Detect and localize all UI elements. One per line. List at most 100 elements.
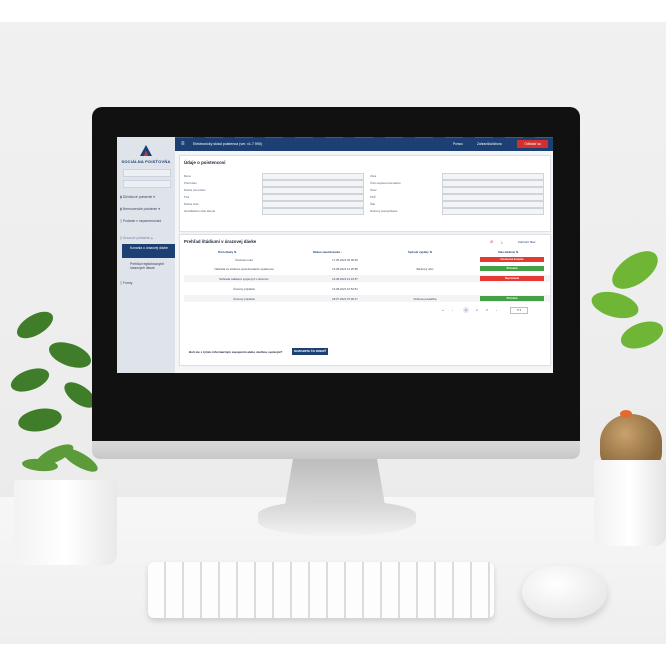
cell-date: 17.05.2023 06:09:56 <box>332 258 358 262</box>
cell-type: Úrazová renta <box>235 258 253 262</box>
personal-data-card: Údaje o poistencovi Meno Priezvisko Rodn… <box>179 155 551 232</box>
label-rodinny-stav: Rodinný stav/pohlavie <box>370 209 398 213</box>
personal-data-title: Údaje o poistencovi <box>184 160 226 165</box>
sort-icon: ⇅ <box>515 250 519 254</box>
shield-icon: ▮ <box>120 195 122 199</box>
label-priezvisko: Priezvisko <box>184 181 197 185</box>
cactus-flower-icon <box>620 410 632 418</box>
field-ulica <box>442 173 544 180</box>
monitor-stand <box>285 459 385 505</box>
keyboard <box>148 562 494 618</box>
app-title: Elektronický sklad poistenca (ver. v1.7.… <box>193 142 263 146</box>
field-psc <box>442 194 544 201</box>
field-id-klienta <box>262 208 364 215</box>
top-bar: ≡ Elektronický sklad poistenca (ver. v1.… <box>175 137 553 151</box>
label-titul: Titul <box>184 195 190 199</box>
feedback-button[interactable]: NAVRHNITE ČO ZMENIŤ <box>292 348 328 355</box>
sidebar-item-konania[interactable]: Konania o úrazovej dávke <box>122 244 175 258</box>
show-filter-link[interactable]: Zobraziť filter <box>518 240 536 244</box>
logo-text: SOCIÁLNA POISŤOVŇA <box>121 159 171 164</box>
cell-type: Úrazový príplatok <box>233 287 255 291</box>
page-size-select[interactable]: 5 ▾ <box>510 307 528 314</box>
label-ulica: Ulica <box>370 174 377 178</box>
field-rodne-cislo <box>262 201 364 208</box>
pagination-prev[interactable]: ‹ <box>452 308 453 312</box>
field-obec <box>442 187 544 194</box>
label-obec: Obec <box>370 188 377 192</box>
plant-right-icon <box>591 251 664 349</box>
photo-border-bottom <box>0 644 666 662</box>
cell-date: 16.08.2023 10:54:51 <box>332 287 358 291</box>
help-link[interactable]: Pomoc <box>453 142 463 146</box>
pagination-next[interactable]: › <box>496 308 497 312</box>
field-stat <box>442 201 544 208</box>
cell-type: Úrazový príplatok <box>233 297 255 301</box>
accent-stripe <box>175 137 553 139</box>
document-icon: ▯ <box>120 281 122 285</box>
sidebar: SOCIÁLNA POISŤOVŇA ▮ Dlžníkové poistenie… <box>117 137 175 373</box>
sort-icon: ↓ <box>340 250 343 254</box>
pagination-page-3[interactable]: 3 <box>486 308 488 312</box>
app-screen: SOCIÁLNA POISŤOVŇA ▮ Dlžníkové poistenie… <box>117 137 553 373</box>
label-rodne-priezvisko: Rodné priezvisko <box>184 188 206 192</box>
sidebar-search-box[interactable] <box>123 169 171 177</box>
cell-payment: Poštová poukážka <box>413 297 437 301</box>
medical-icon: ▮ <box>120 207 122 211</box>
label-cislo: Číslo súpisné/orientačné <box>370 181 401 185</box>
benefits-title: Prehľad štádiumí v úrazovej dávke <box>184 239 257 244</box>
col-datum[interactable]: Dátum zaevidovania ↓ <box>313 250 342 254</box>
sort-icon: ⇅ <box>429 250 432 254</box>
document-icon: ▯ <box>120 236 122 240</box>
chevron-down-icon: ▾ <box>153 195 155 199</box>
label-rodne-cislo: Rodné číslo <box>184 202 199 206</box>
sort-icon: ⇅ <box>234 250 237 254</box>
status-badge: Nepriznaná <box>480 276 544 281</box>
col-sposob[interactable]: Spôsob výplaty ⇅ <box>408 250 432 254</box>
logo-icon <box>140 145 152 156</box>
document-icon: ▯ <box>120 219 122 223</box>
cell-payment: Bankový účet <box>416 267 434 271</box>
label-psc: PSČ <box>370 195 376 199</box>
field-rodinny-stav <box>442 208 544 215</box>
pagination-first[interactable]: « <box>442 308 444 312</box>
label-stat: Štát <box>370 202 375 206</box>
cell-date: 16.08.2023 12:19:57 <box>332 277 358 281</box>
field-priezvisko <box>262 180 364 187</box>
reset-icon[interactable]: ⊘ <box>490 239 493 244</box>
hamburger-menu-icon[interactable]: ≡ <box>181 141 185 147</box>
chevron-down-icon: ▾ <box>158 207 160 211</box>
monitor-chin <box>92 441 580 459</box>
status-badge: Priznaná <box>480 266 544 271</box>
cell-date: 16.08.2023 12:25:86 <box>332 267 358 271</box>
pagination-page-1[interactable]: 1 <box>463 307 469 313</box>
sidebar-user-box[interactable] <box>123 180 171 188</box>
monitor-base <box>258 500 416 536</box>
col-druh-davky[interactable]: Druh dávky ⇅ <box>218 250 236 254</box>
sidebar-item-podanie[interactable]: ▯ Podanie v nepamenovaní <box>120 219 170 223</box>
mouse <box>522 566 607 618</box>
label-id-klienta: Identifikačné číslo klienta <box>184 209 216 213</box>
sidebar-item-urazove[interactable]: ▯ Úrazové poistenie ▴ <box>120 236 174 240</box>
sidebar-item-nemocenske[interactable]: ▮ Nemocenské poistenie ▾ <box>120 207 174 211</box>
cell-type: Náhrada nákladov spojených s liečením <box>219 277 269 281</box>
photo-border-top <box>0 0 666 22</box>
cell-type: Náhrada za sťaženie spoločenského uplatn… <box>214 267 274 271</box>
field-titul <box>262 194 364 201</box>
label-meno: Meno <box>184 174 191 178</box>
logout-button[interactable]: Odhlásiť sa <box>517 140 548 148</box>
chevron-down-icon: ▾ <box>519 308 521 312</box>
settings-link[interactable]: Zahraničia/Izbora <box>477 142 502 146</box>
sidebar-item-formy[interactable]: ▯ Formy <box>120 281 174 285</box>
sidebar-item-dlznikove[interactable]: ▮ Dlžníkové poistenie ▾ <box>120 195 174 199</box>
field-cislo <box>442 180 544 187</box>
chevron-up-icon: ▴ <box>151 236 153 240</box>
field-meno <box>262 173 364 180</box>
col-stav[interactable]: Stav dávkoví ⇅ <box>498 250 518 254</box>
field-rodne-priezvisko <box>262 187 364 194</box>
sidebar-item-prehlad[interactable]: Prehľad registrovaných úrazových dávok <box>122 260 175 274</box>
plant-pot-left <box>14 480 117 565</box>
benefits-card: Prehľad štádiumí v úrazovej dávke ⊘ ⤓ Zo… <box>179 234 551 366</box>
pagination-page-2[interactable]: 2 <box>476 308 478 312</box>
download-icon[interactable]: ⤓ <box>501 239 503 244</box>
status-badge: Priznaná <box>480 296 544 301</box>
